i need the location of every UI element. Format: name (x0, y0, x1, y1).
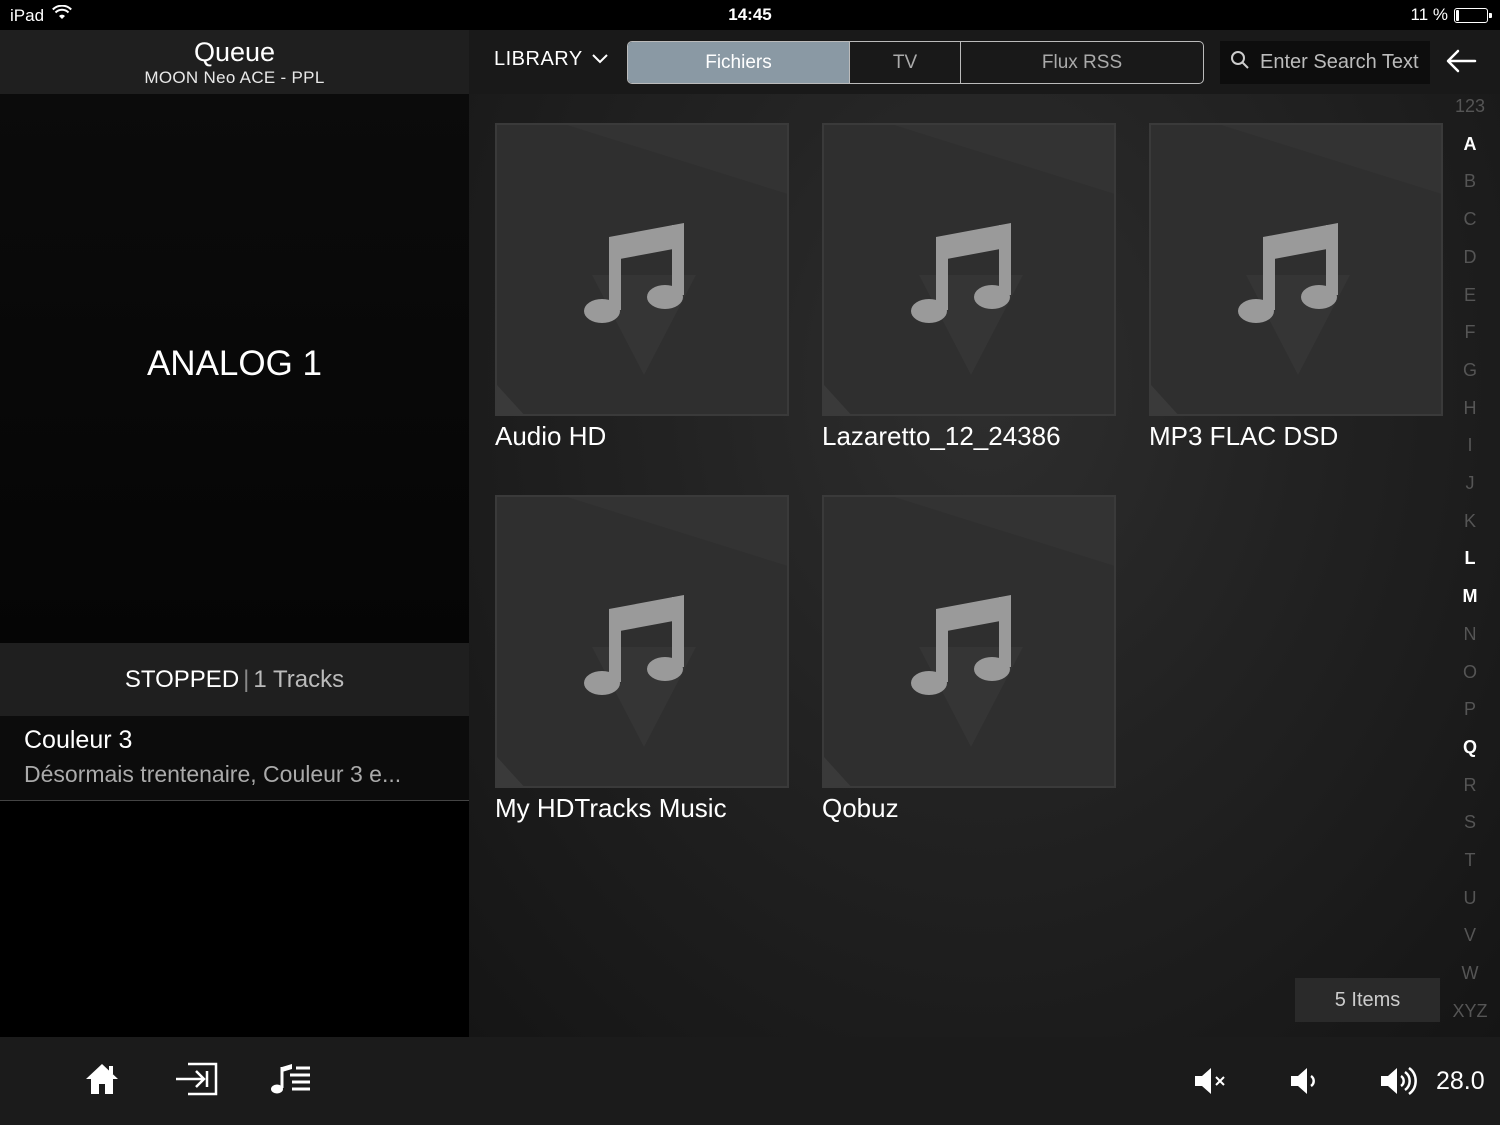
music-note-icon (822, 495, 1116, 788)
zone-name: MOON Neo ACE - PPL (144, 68, 325, 87)
volume-up-button[interactable] (1378, 1065, 1418, 1102)
alpha-index-letter[interactable]: O (1440, 662, 1500, 683)
library-tile[interactable]: My HDTracks Music (495, 495, 789, 823)
items-count-badge: 5 Items (1295, 978, 1440, 1022)
mute-icon (1192, 1068, 1228, 1101)
alpha-index-letter[interactable]: Q (1440, 737, 1500, 758)
alpha-index-letter[interactable]: I (1440, 435, 1500, 456)
back-button[interactable] (1445, 47, 1477, 80)
status-right: 11 % (1410, 5, 1492, 25)
library-tile-label: MP3 FLAC DSD (1149, 421, 1339, 451)
alpha-index-letter[interactable]: S (1440, 812, 1500, 833)
status-separator: | (243, 666, 250, 693)
alpha-index-letter[interactable]: B (1440, 171, 1500, 192)
search-icon (1230, 50, 1250, 75)
alpha-index-letter[interactable]: A (1440, 134, 1500, 155)
alpha-index-letter[interactable]: P (1440, 699, 1500, 720)
alpha-index-letter[interactable]: R (1440, 775, 1500, 796)
now-playing-source: ANALOG 1 (146, 344, 323, 383)
volume-down-button[interactable] (1288, 1065, 1324, 1102)
alpha-index-letter[interactable]: G (1440, 360, 1500, 381)
alpha-index-letter[interactable]: H (1440, 398, 1500, 419)
library-tile[interactable]: MP3 FLAC DSD (1149, 123, 1443, 451)
tab-flux-rss[interactable]: Flux RSS (960, 42, 1203, 83)
volume-up-icon (1378, 1066, 1418, 1101)
queue-header[interactable]: Queue MOON Neo ACE - PPL (0, 30, 469, 94)
input-select-button[interactable] (174, 1061, 220, 1102)
alpha-index-letter[interactable]: C (1440, 209, 1500, 230)
mute-button[interactable] (1192, 1065, 1228, 1102)
music-note-icon (1149, 123, 1443, 416)
status-bar: iPad 14:45 11 % (0, 0, 1500, 30)
library-tile-label: Audio HD (495, 421, 607, 451)
alpha-index-letter[interactable]: XYZ (1440, 1001, 1500, 1022)
battery-icon (1454, 7, 1492, 23)
playlist-button[interactable] (268, 1061, 312, 1102)
alpha-index-letter[interactable]: 123 (1440, 96, 1500, 117)
library-tile[interactable]: Audio HD (495, 123, 789, 451)
playlist-icon (268, 1064, 312, 1101)
search-input[interactable] (1260, 51, 1430, 74)
tab-fichiers[interactable]: Fichiers (628, 42, 849, 83)
track-count: 1 Tracks (253, 666, 345, 693)
playback-state: STOPPED (124, 666, 240, 693)
queue-item-title: Couleur 3 (24, 726, 133, 754)
arrow-left-icon (1445, 49, 1477, 79)
playback-status-row: STOPPED | 1 Tracks (0, 643, 469, 716)
alpha-index-letter[interactable]: N (1440, 624, 1500, 645)
library-tile-label: Lazaretto_12_24386 (822, 421, 1061, 451)
volume-level: 28.0 (1436, 1067, 1485, 1095)
alpha-index-letter[interactable]: K (1440, 511, 1500, 532)
music-note-icon (495, 495, 789, 788)
volume-down-icon (1288, 1068, 1324, 1101)
alpha-index-letter[interactable]: J (1440, 473, 1500, 494)
alpha-index-letter[interactable]: D (1440, 247, 1500, 268)
library-tile-label: Qobuz (822, 793, 899, 823)
alpha-index-letter[interactable]: L (1440, 548, 1500, 569)
chevron-down-icon (591, 48, 609, 71)
alpha-index-letter[interactable]: W (1440, 963, 1500, 984)
alpha-index-letter[interactable]: T (1440, 850, 1500, 871)
clock: 14:45 (728, 5, 772, 24)
now-playing-area: ANALOG 1 (0, 94, 469, 643)
queue-item[interactable]: Couleur 3 Désormais trentenaire, Couleur… (0, 716, 469, 801)
queue-title: Queue (193, 37, 276, 67)
alpha-index-letter[interactable]: E (1440, 285, 1500, 306)
search-box (1220, 41, 1430, 84)
library-tile[interactable]: Lazaretto_12_24386 (822, 123, 1116, 451)
home-button[interactable] (84, 1061, 120, 1102)
music-note-icon (822, 123, 1116, 416)
alpha-index-letter[interactable]: V (1440, 925, 1500, 946)
music-note-icon (495, 123, 789, 416)
alpha-index-letter[interactable]: U (1440, 888, 1500, 909)
library-dropdown[interactable]: LIBRARY (494, 48, 609, 71)
library-tile-label: My HDTracks Music (495, 793, 727, 823)
source-tabs: Fichiers TV Flux RSS (627, 41, 1204, 84)
tab-tv[interactable]: TV (849, 42, 960, 83)
home-icon (84, 1064, 120, 1101)
input-select-icon (174, 1062, 220, 1101)
library-tile[interactable]: Qobuz (822, 495, 1116, 823)
alpha-index-letter[interactable]: F (1440, 322, 1500, 343)
alpha-index-letter[interactable]: M (1440, 586, 1500, 607)
battery-percent: 11 % (1410, 5, 1449, 24)
library-toolbar: LIBRARY Fichiers TV Flux RSS (469, 30, 1500, 94)
bottom-toolbar: 28.0 (0, 1037, 1500, 1125)
queue-item-subtitle: Désormais trentenaire, Couleur 3 e... (24, 761, 402, 787)
queue-panel: Queue MOON Neo ACE - PPL ANALOG 1 STOPPE… (0, 30, 469, 1037)
library-dropdown-label: LIBRARY (494, 48, 583, 70)
